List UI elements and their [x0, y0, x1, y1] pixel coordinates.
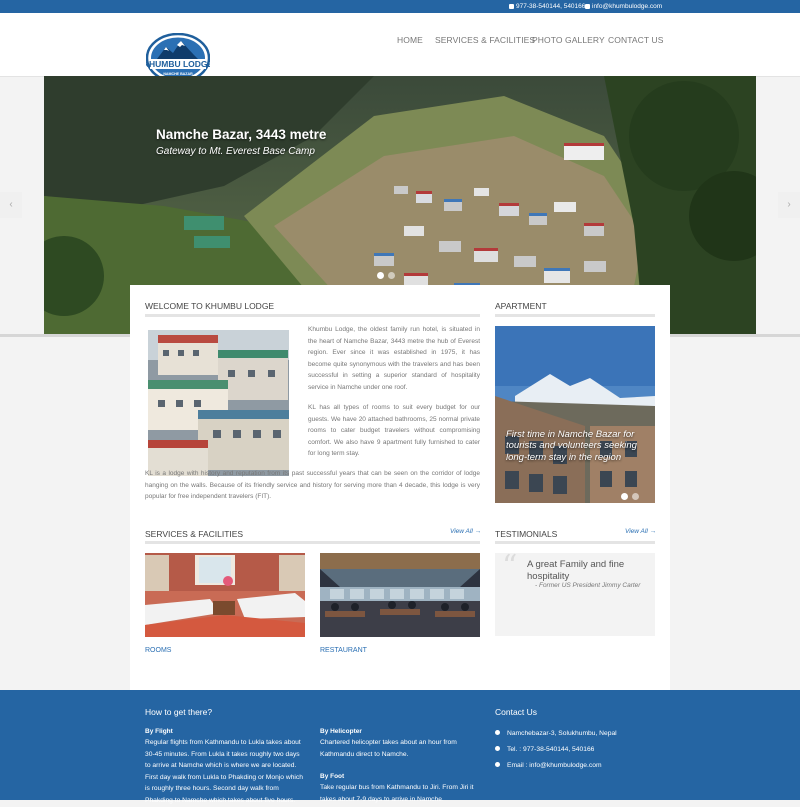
chevron-left-icon: ‹ [9, 199, 13, 210]
welcome-lodge-photo [148, 330, 289, 476]
envelope-icon [495, 762, 500, 767]
testimonials-heading-rule [495, 541, 655, 544]
hero-dot-1[interactable] [377, 272, 384, 279]
welcome-paragraph-2: KL has all types of rooms to suit every … [308, 404, 480, 458]
site-footer: How to get there? By Flight Regular flig… [0, 690, 800, 804]
footer-by-foot-label: By Foot [320, 773, 345, 780]
testimonial-quote: A great Family and fine hospitality [527, 559, 625, 582]
welcome-heading-rule [145, 314, 480, 317]
welcome-paragraph-3: KL is a lodge with history and reputatio… [145, 470, 480, 501]
top-contact-bar: 977-38-540144, 540166 info@khumbulodge.c… [0, 0, 800, 13]
site-header: KHUMBU LODGE NAMCHE BAZAR HOME SERVICES … [0, 13, 800, 83]
hero-subtitle: Gateway to Mt. Everest Base Camp [156, 146, 315, 157]
footer-address: Namchebazar-3, Solukhumbu, Nepal [495, 728, 617, 740]
service-rooms-link[interactable]: ROOMS [145, 647, 171, 654]
topbar-email[interactable]: info@khumbulodge.com [585, 3, 662, 10]
apartment-dot-2[interactable] [632, 493, 639, 500]
footer-by-helicopter-label: By Helicopter [320, 728, 362, 735]
nav-contact-us[interactable]: CONTACT US [608, 35, 663, 45]
footer-how-heading: How to get there? [145, 707, 213, 717]
quote-icon: “ [502, 549, 518, 584]
topbar-phone: 977-38-540144, 540166 [509, 3, 585, 10]
apartment-pagination [621, 487, 643, 503]
footer-tel: Tel. : 977-38-540144, 540166 [495, 744, 594, 756]
hero-dot-2[interactable] [388, 272, 395, 279]
footer-tel-text: Tel. : 977-38-540144, 540166 [507, 746, 595, 753]
service-restaurant-link[interactable]: RESTAURANT [320, 647, 367, 654]
phone-icon [495, 746, 500, 751]
testimonials-view-all-link[interactable]: View All → [625, 528, 656, 535]
apartment-dot-1[interactable] [621, 493, 628, 500]
footer-flight-text: Regular flights from Kathmandu to Lukla … [145, 739, 303, 804]
apartment-photo [495, 326, 655, 503]
nav-home[interactable]: HOME [397, 35, 423, 45]
welcome-paragraph-1: Khumbu Lodge, the oldest family run hote… [308, 326, 480, 391]
apartment-slider[interactable]: First time in Namche Bazar for tourists … [495, 326, 655, 503]
map-marker-icon [495, 730, 500, 735]
apartment-caption: First time in Namche Bazar for tourists … [506, 429, 637, 463]
apartment-heading-rule [495, 314, 655, 317]
nav-photo-gallery[interactable]: PHOTO GALLERY [532, 35, 605, 45]
welcome-heading: WELCOME TO KHUMBU LODGE [145, 301, 275, 311]
services-heading: SERVICES & FACILITIES [145, 529, 244, 539]
services-view-all-link[interactable]: View All → [450, 528, 481, 535]
nav-services-facilities[interactable]: SERVICES & FACILITIES [435, 35, 535, 45]
topbar-phone-text: 977-38-540144, 540166 [516, 3, 586, 10]
footer-email[interactable]: Email : info@khumbulodge.com [495, 760, 602, 772]
logo-line1: KHUMBU LODGE [146, 59, 210, 69]
chevron-right-icon: › [787, 199, 791, 210]
hero-pagination [377, 266, 399, 284]
footer-email-text[interactable]: Email : info@khumbulodge.com [507, 762, 602, 769]
testimonials-heading: TESTIMONIALS [495, 529, 558, 539]
topbar-email-text[interactable]: info@khumbulodge.com [592, 3, 662, 10]
hero-title: Namche Bazar, 3443 metre [156, 127, 327, 142]
hero-prev-button[interactable]: ‹ [0, 192, 22, 218]
services-heading-rule [145, 541, 480, 544]
phone-icon [509, 4, 514, 9]
footer-by-flight-label: By Flight [145, 728, 173, 735]
footer-address-text: Namchebazar-3, Solukhumbu, Nepal [507, 730, 617, 737]
footer-foot-text: Take regular bus from Kathmandu to Jiri.… [320, 784, 474, 803]
footer-contact-heading: Contact Us [495, 707, 538, 717]
footer-helicopter-text: Chartered helicopter takes about an hour… [320, 739, 457, 758]
envelope-icon [585, 4, 590, 9]
restaurant-photo[interactable] [320, 553, 480, 637]
testimonial-card: “ A great Family and fine hospitality - … [495, 549, 655, 636]
rooms-photo[interactable] [145, 553, 305, 637]
apartment-heading: APARTMENT [495, 301, 547, 311]
testimonial-author: - Former US President Jimmy Carter [535, 582, 641, 589]
hero-next-button[interactable]: › [778, 192, 800, 218]
